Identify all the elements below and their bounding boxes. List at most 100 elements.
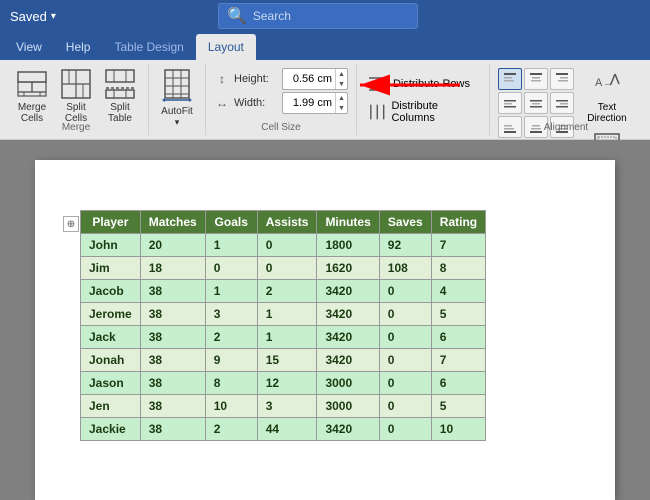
- table-row: Jacob3812342004: [81, 280, 486, 303]
- table-header-cell: Player: [81, 211, 141, 234]
- alignment-group: A → Text Direction Cell Margins: [490, 64, 642, 135]
- saved-dropdown-icon: ▾: [51, 11, 56, 22]
- table-cell: 1: [205, 280, 257, 303]
- table-cell: 0: [379, 280, 431, 303]
- autofit-group: AutoFit ▾: [149, 64, 206, 135]
- table-cell: Jen: [81, 395, 141, 418]
- table-cell: 8: [431, 257, 485, 280]
- search-input[interactable]: [253, 9, 393, 23]
- autofit-group-content: AutoFit ▾: [157, 66, 197, 144]
- height-down-btn[interactable]: ▼: [336, 79, 347, 89]
- align-top-right-btn[interactable]: [550, 68, 574, 90]
- table-cell: 1: [257, 303, 317, 326]
- width-input[interactable]: [283, 96, 335, 110]
- table-cell: 0: [379, 372, 431, 395]
- title-bar-left: Saved ▾: [10, 9, 56, 24]
- table-header-cell: Matches: [140, 211, 205, 234]
- height-input[interactable]: [283, 72, 335, 86]
- saved-label: Saved: [10, 9, 47, 24]
- table-row: Jen38103300005: [81, 395, 486, 418]
- distribute-group-content: Distribute Rows Distribute Columns: [365, 66, 481, 140]
- table-cell: 3420: [317, 303, 379, 326]
- align-middle-right-btn[interactable]: [550, 92, 574, 114]
- distribute-columns-button[interactable]: Distribute Columns: [365, 98, 481, 126]
- width-label: Width:: [234, 97, 278, 109]
- saved-button[interactable]: Saved ▾: [10, 9, 56, 24]
- table-cell: 3000: [317, 395, 379, 418]
- table-cell: 38: [140, 395, 205, 418]
- table-cell: 3: [205, 303, 257, 326]
- width-input-wrap[interactable]: ▲ ▼: [282, 92, 348, 114]
- table-header-cell: Goals: [205, 211, 257, 234]
- align-middle-center-btn[interactable]: [524, 92, 548, 114]
- table-row: Jackie382443420010: [81, 418, 486, 441]
- search-icon: 🔍: [227, 6, 247, 26]
- tab-table-design[interactable]: Table Design: [102, 34, 195, 60]
- table-cell: 38: [140, 280, 205, 303]
- table-header-cell: Rating: [431, 211, 485, 234]
- distribute-columns-icon: [369, 104, 386, 120]
- table-cell: 0: [257, 257, 317, 280]
- tab-layout[interactable]: Layout: [196, 34, 256, 60]
- height-spinner[interactable]: ▲ ▼: [335, 69, 347, 89]
- page: ⊕ PlayerMatchesGoalsAssistsMinutesSavesR…: [35, 160, 615, 500]
- width-up-btn[interactable]: ▲: [336, 93, 347, 103]
- tab-help[interactable]: Help: [54, 34, 103, 60]
- table-cell: 1: [205, 234, 257, 257]
- table-cell: 18: [140, 257, 205, 280]
- align-bottom-left-btn[interactable]: [498, 116, 522, 138]
- ribbon: MergeCells SplitCells: [0, 60, 650, 140]
- distribute-rows-label: Distribute Rows: [393, 78, 470, 90]
- cell-size-group-label: Cell Size: [261, 122, 300, 133]
- split-table-button[interactable]: SplitTable: [100, 66, 140, 126]
- table-row: Jason38812300006: [81, 372, 486, 395]
- table-cell: 3420: [317, 280, 379, 303]
- table-cell: 3000: [317, 372, 379, 395]
- distribute-group: Distribute Rows Distribute Columns: [357, 64, 490, 135]
- table-cell: 12: [257, 372, 317, 395]
- table-cell: 0: [379, 303, 431, 326]
- table-cell: 38: [140, 372, 205, 395]
- table-cell: 9: [205, 349, 257, 372]
- autofit-button[interactable]: AutoFit ▾: [157, 66, 197, 130]
- merge-cells-button[interactable]: MergeCells: [12, 66, 52, 126]
- table-cell: 92: [379, 234, 431, 257]
- table-header-cell: Assists: [257, 211, 317, 234]
- table-cell: 1800: [317, 234, 379, 257]
- height-input-wrap[interactable]: ▲ ▼: [282, 68, 348, 90]
- table-cell: 2: [257, 280, 317, 303]
- text-direction-button[interactable]: A → Text Direction: [580, 68, 634, 126]
- width-icon: ↔: [214, 96, 230, 110]
- table-cell: 0: [257, 234, 317, 257]
- height-icon: ↕: [214, 72, 230, 86]
- distribute-rows-button[interactable]: Distribute Rows: [365, 74, 474, 94]
- text-direction-icon: A →: [593, 70, 621, 100]
- table-cell: 38: [140, 303, 205, 326]
- text-direction-label: Text Direction: [582, 102, 632, 124]
- table-cell: 8: [205, 372, 257, 395]
- table-move-handle[interactable]: ⊕: [63, 216, 79, 232]
- table-cell: 0: [379, 349, 431, 372]
- table-cell: Jackie: [81, 418, 141, 441]
- width-down-btn[interactable]: ▼: [336, 103, 347, 113]
- table-cell: 0: [205, 257, 257, 280]
- table-row: John20101800927: [81, 234, 486, 257]
- table-row: Jerome3831342005: [81, 303, 486, 326]
- align-top-left-btn[interactable]: [498, 68, 522, 90]
- table-cell: 7: [431, 349, 485, 372]
- alignment-group-label: Alignment: [544, 122, 588, 133]
- width-row: ↔ Width: ▲ ▼: [214, 92, 348, 114]
- title-bar: Saved ▾ 🔍: [0, 0, 650, 32]
- table-cell: Jack: [81, 326, 141, 349]
- autofit-label: AutoFit: [161, 106, 193, 117]
- tab-view[interactable]: View: [4, 34, 54, 60]
- table-cell: 3: [257, 395, 317, 418]
- height-up-btn[interactable]: ▲: [336, 69, 347, 79]
- split-cells-button[interactable]: SplitCells: [56, 66, 96, 126]
- width-spinner[interactable]: ▲ ▼: [335, 93, 347, 113]
- table-row: Jonah38915342007: [81, 349, 486, 372]
- align-top-center-btn[interactable]: [524, 68, 548, 90]
- distribute-columns-label: Distribute Columns: [391, 100, 476, 124]
- search-box[interactable]: 🔍: [218, 3, 418, 29]
- align-middle-left-btn[interactable]: [498, 92, 522, 114]
